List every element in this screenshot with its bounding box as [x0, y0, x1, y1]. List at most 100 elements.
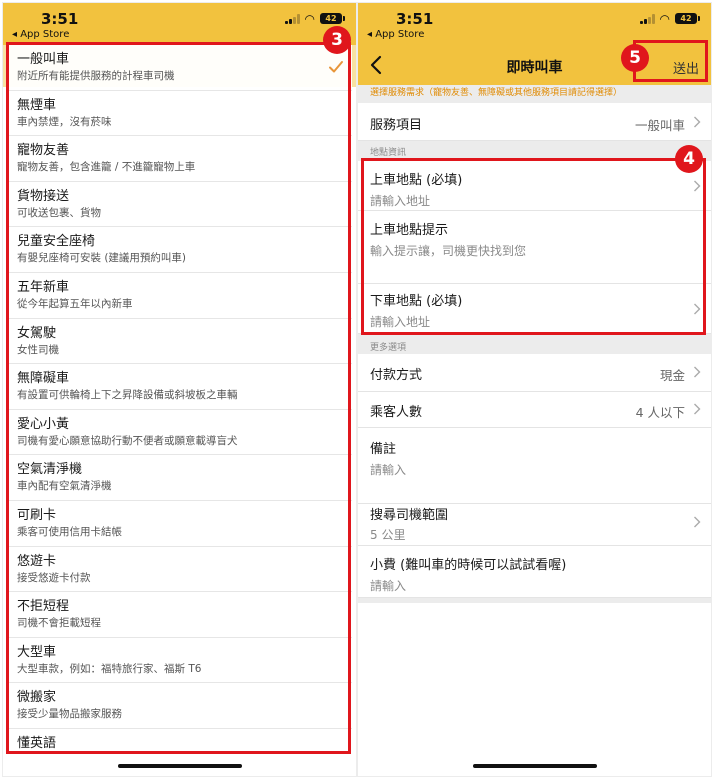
dropoff-location-label: 下車地點 (必填): [370, 294, 463, 309]
tip-field[interactable]: 小費 (難叫車的時候可以試試看喔) 請輸入: [358, 546, 711, 598]
pickup-location-placeholder: 請輸入地址: [370, 194, 431, 208]
service-option-desc: 司機有愛心願意協助行動不便者或願意載導盲犬: [17, 434, 238, 447]
service-option-title: 大型車: [17, 644, 57, 660]
chevron-right-icon: [694, 366, 701, 378]
pickup-hint-placeholder: 輸入提示讓，司機更快找到您: [370, 244, 527, 258]
chevron-right-icon: [694, 303, 701, 315]
pickup-location-field[interactable]: 上車地點 (必填) 請輸入地址: [358, 161, 711, 211]
home-indicator: [117, 764, 242, 768]
service-option[interactable]: 空氣清淨機車內配有空氣清淨機: [7, 455, 352, 501]
service-option[interactable]: 一般叫車 附近所有能提供服務的計程車司機: [7, 45, 352, 91]
step-badge-5: 5: [621, 44, 649, 72]
service-option-desc: 女性司機: [17, 343, 59, 356]
dropoff-location-field[interactable]: 下車地點 (必填) 請輸入地址: [358, 284, 711, 334]
service-option-title: 一般叫車: [17, 52, 70, 67]
dropoff-location-placeholder: 請輸入地址: [370, 315, 431, 329]
service-option[interactable]: 不拒短程 司機不會拒載短程: [7, 592, 352, 638]
service-option[interactable]: 貨物接送可收送包裹、貨物: [7, 182, 352, 228]
service-option-desc: 接受少量物品搬家服務: [17, 708, 122, 721]
step-badge-4: 4: [675, 145, 703, 173]
service-option[interactable]: 女駕駛 女性司機: [7, 319, 352, 365]
service-option[interactable]: 懂英語: [7, 729, 352, 757]
status-icons: ◠ 42: [284, 11, 345, 26]
service-option-desc: 車內配有空氣清淨機: [17, 480, 112, 493]
service-option-title: 空氣清淨機: [17, 462, 83, 478]
service-option-title: 無障礙車: [17, 371, 70, 387]
service-item-row[interactable]: 服務項目 一般叫車: [358, 103, 711, 141]
service-item-value: 一般叫車: [634, 118, 685, 133]
booking-form: 選擇服務需求（寵物友善、無障礙或其他服務項目請記得選擇） 服務項目 一般叫車 地…: [358, 85, 711, 776]
status-icons: ◠ 42: [639, 11, 700, 26]
battery-icon: 42: [675, 13, 700, 24]
service-option[interactable]: 無煙車車內禁煙，沒有菸味: [7, 91, 352, 137]
service-option-desc: 寵物友善，包含進籠 / 不進籠寵物上車: [17, 161, 196, 174]
service-option-desc: 接受悠遊卡付款: [17, 571, 91, 584]
service-option-title: 愛心小黃: [17, 416, 70, 432]
home-indicator: [472, 764, 597, 768]
send-button[interactable]: 送出: [673, 58, 699, 77]
service-option-desc: 乘客可使用信用卡結帳: [17, 525, 122, 538]
checkmark-icon: [329, 61, 343, 73]
pickup-hint-field[interactable]: 上車地點提示 輸入提示讓，司機更快找到您: [358, 211, 711, 284]
search-range-row[interactable]: 搜尋司機範圍 5 公里: [358, 504, 711, 546]
service-option-title: 貨物接送: [17, 188, 70, 204]
status-time: 3:51: [396, 10, 434, 28]
payment-method-label: 付款方式: [370, 368, 423, 383]
back-to-app-store-link[interactable]: ◂ App Store: [367, 29, 424, 40]
service-option-title: 微搬家: [17, 690, 57, 706]
service-option-desc: 有設置可供輪椅上下之昇降設備或斜坡板之車輛: [17, 389, 238, 402]
service-option-desc: 車內禁煙，沒有菸味: [17, 115, 112, 128]
search-range-value: 5 公里: [370, 528, 406, 542]
service-option[interactable]: 大型車大型車款，例如：福特旅行家、福斯 T6: [7, 638, 352, 684]
chevron-right-icon: [694, 516, 701, 528]
service-option[interactable]: 愛心小黃司機有愛心願意協助行動不便者或願意載導盲犬: [7, 410, 352, 456]
service-hint: 選擇服務需求（寵物友善、無障礙或其他服務項目請記得選擇）: [370, 88, 623, 98]
tip-placeholder: 請輸入: [370, 579, 407, 593]
note-field[interactable]: 備註 請輸入: [358, 428, 711, 504]
passenger-count-label: 乘客人數: [370, 405, 423, 420]
right-screen: 3:51 ◂ App Store ◠ 42 即時叫車 送出 選擇服務需求（寵物友…: [357, 2, 712, 777]
service-option[interactable]: 可刷卡乘客可使用信用卡結帳: [7, 501, 352, 547]
chevron-right-icon: [694, 180, 701, 192]
service-option[interactable]: 寵物友善寵物友善，包含進籠 / 不進籠寵物上車: [7, 136, 352, 182]
service-option-title: 無煙車: [17, 97, 57, 113]
wifi-icon: ◠: [304, 11, 315, 26]
payment-method-row[interactable]: 付款方式 現金: [358, 354, 711, 392]
service-option[interactable]: 無障礙車有設置可供輪椅上下之昇降設備或斜坡板之車輛: [7, 364, 352, 410]
page-title: 即時叫車: [506, 60, 563, 76]
service-option-desc: 大型車款，例如：福特旅行家、福斯 T6: [17, 662, 202, 675]
back-to-app-store-link[interactable]: ◂ App Store: [12, 29, 69, 40]
service-option-desc: 司機不會拒載短程: [17, 617, 101, 630]
service-option[interactable]: 兒童安全座椅 有嬰兒座椅可安裝 (建議用預約叫車): [7, 227, 352, 273]
service-item-label: 服務項目: [370, 118, 423, 133]
service-option[interactable]: 五年新車 從今年起算五年以內新車: [7, 273, 352, 319]
bottom-safe-area: [358, 603, 711, 776]
pickup-location-label: 上車地點 (必填): [370, 173, 463, 188]
search-range-label: 搜尋司機範圍: [370, 508, 449, 523]
status-time: 3:51: [41, 10, 79, 28]
step-badge-3: 3: [323, 26, 351, 54]
service-options-list: 一般叫車 附近所有能提供服務的計程車司機無煙車車內禁煙，沒有菸味 寵物友善寵物友善，…: [7, 45, 352, 757]
chevron-right-icon: [694, 403, 701, 415]
signal-icon: [639, 13, 655, 24]
left-screen: 3:51 ◂ App Store ◠ 42 一般叫車 附近所有能提供服務的計程車司…: [2, 2, 357, 777]
service-option-title: 可刷卡: [17, 507, 57, 523]
battery-icon: 42: [320, 13, 345, 24]
tip-label: 小費 (難叫車的時候可以試試看喔): [370, 558, 567, 573]
service-option[interactable]: 悠遊卡接受悠遊卡付款: [7, 547, 352, 593]
service-option-desc: 從今年起算五年以內新車: [17, 297, 133, 310]
wifi-icon: ◠: [659, 11, 670, 26]
service-option[interactable]: 微搬家接受少量物品搬家服務: [7, 683, 352, 729]
passenger-count-row[interactable]: 乘客人數 4 人以下: [358, 392, 711, 428]
note-placeholder: 請輸入: [370, 463, 407, 477]
payment-method-value: 現金: [659, 368, 685, 383]
status-bar: 3:51 ◂ App Store ◠ 42: [3, 3, 356, 45]
service-option-desc: 可收送包裹、貨物: [17, 206, 101, 219]
location-section-header: 地點資訊: [370, 148, 407, 158]
service-option-title: 悠遊卡: [17, 553, 57, 569]
service-option-title: 寵物友善: [17, 143, 70, 159]
more-options-header: 更多選項: [370, 343, 407, 353]
service-option-desc: 有嬰兒座椅可安裝 (建議用預約叫車): [17, 252, 187, 265]
pickup-hint-label: 上車地點提示: [370, 223, 449, 238]
service-option-title: 懂英語: [17, 735, 57, 751]
